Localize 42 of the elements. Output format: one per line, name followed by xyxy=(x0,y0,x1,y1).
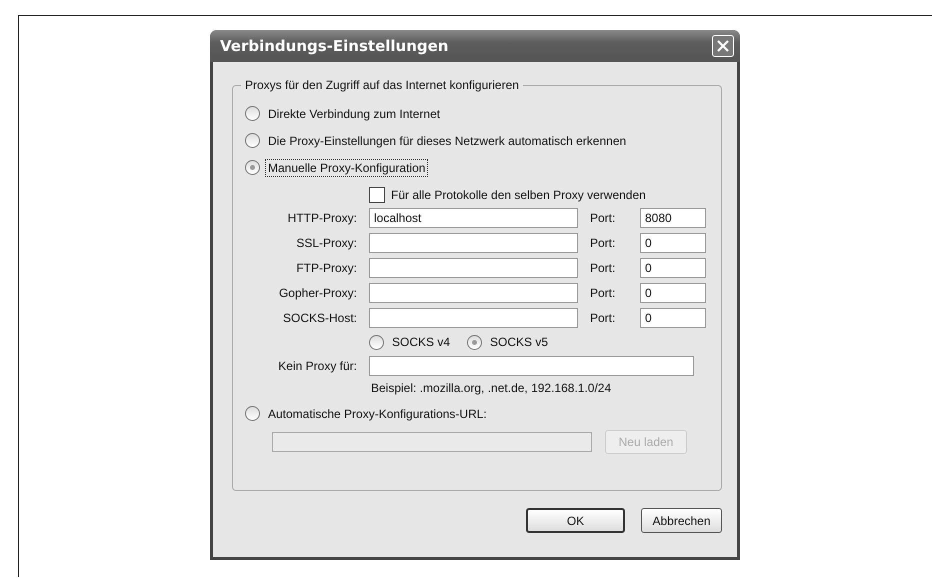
field-label: Port: xyxy=(590,236,616,250)
input-field[interactable] xyxy=(369,233,578,253)
radio-button[interactable] xyxy=(245,106,260,121)
input-field[interactable] xyxy=(369,283,578,303)
cancel-button[interactable]: Abbrechen xyxy=(641,508,722,533)
window-title: Verbindungs-Einstellungen xyxy=(220,37,450,55)
port-field[interactable]: 0 xyxy=(640,308,706,328)
close-icon[interactable] xyxy=(712,35,734,57)
field-label: Port: xyxy=(590,211,616,225)
field-label: HTTP-Proxy: xyxy=(286,211,357,225)
checkbox-label[interactable]: Für alle Protokolle den selben Proxy verwenden xyxy=(391,188,646,202)
radio-label[interactable]: Direkte Verbindung zum Internet xyxy=(265,104,444,122)
radio-button[interactable] xyxy=(245,160,260,175)
port-field[interactable]: 0 xyxy=(640,283,706,303)
field-label: Port: xyxy=(590,261,616,275)
field-label: FTP-Proxy: xyxy=(295,261,357,275)
radio-button[interactable] xyxy=(245,406,260,421)
radio-button[interactable] xyxy=(369,334,384,350)
field-label: Port: xyxy=(590,286,616,300)
ok-button[interactable]: OK xyxy=(526,508,625,533)
input-field[interactable]: localhost xyxy=(369,208,578,228)
group-legend: Proxys für den Zugriff auf das Internet konfigurieren xyxy=(241,78,523,92)
port-field[interactable]: 8080 xyxy=(640,208,706,228)
radio-button[interactable] xyxy=(467,334,482,350)
radio-label[interactable]: Manuelle Proxy-Konfiguration xyxy=(265,158,428,176)
input-field[interactable] xyxy=(369,356,694,376)
field-label: Kein Proxy für: xyxy=(277,359,357,373)
input-field[interactable] xyxy=(369,308,578,328)
field-label: Port: xyxy=(590,311,616,325)
checkbox[interactable] xyxy=(369,186,385,202)
radio-button[interactable] xyxy=(245,133,260,148)
radio-label[interactable]: SOCKS v5 xyxy=(487,333,552,351)
port-field[interactable]: 0 xyxy=(640,233,706,253)
field-label: Gopher-Proxy: xyxy=(278,286,357,300)
example-text: Beispiel: .mozilla.org, .net.de, 192.168.1.0/24 xyxy=(371,380,612,397)
input-field[interactable] xyxy=(369,258,578,278)
radio-label[interactable]: Automatische Proxy-Konfigurations-URL: xyxy=(265,404,490,422)
port-field[interactable]: 0 xyxy=(640,258,706,278)
radio-label[interactable]: SOCKS v4 xyxy=(389,333,454,351)
field-label: SOCKS-Host: xyxy=(282,311,357,325)
radio-label[interactable]: Die Proxy-Einstellungen für dieses Netzwerk automatisch erkennen xyxy=(265,132,630,150)
field-label: SSL-Proxy: xyxy=(295,236,357,250)
